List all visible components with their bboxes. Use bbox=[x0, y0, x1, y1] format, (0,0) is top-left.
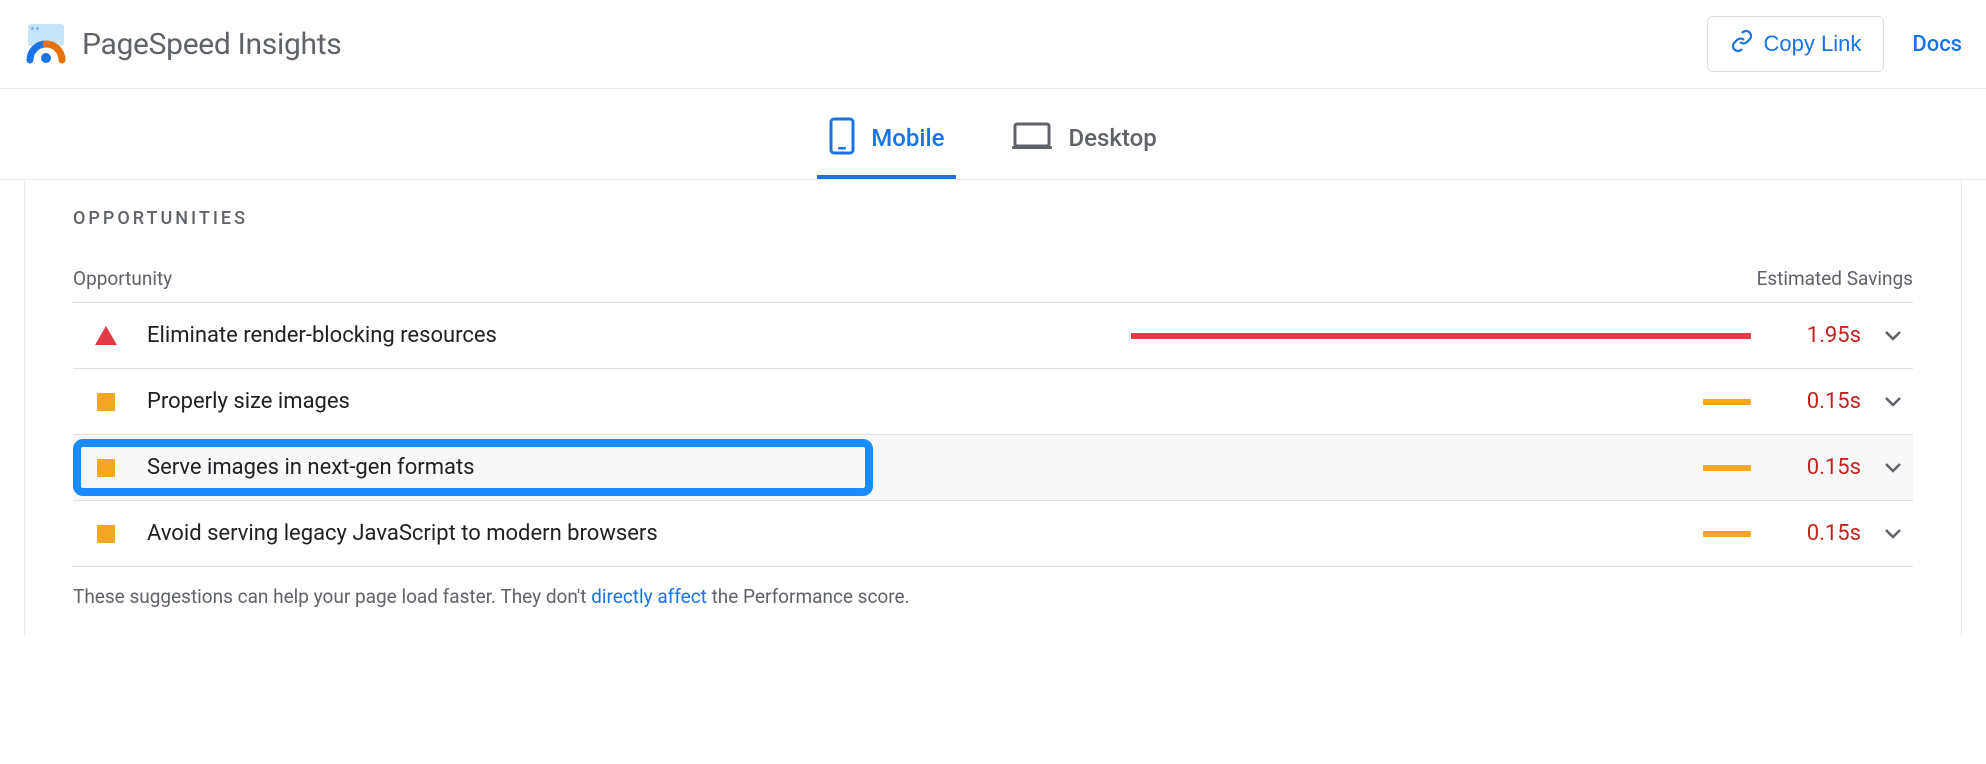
mobile-icon bbox=[829, 117, 855, 159]
tab-mobile-label: Mobile bbox=[871, 124, 944, 152]
desktop-icon bbox=[1012, 121, 1052, 155]
savings-bar bbox=[1131, 333, 1751, 339]
severity-triangle-icon bbox=[91, 326, 121, 345]
table-header: Opportunity Estimated Savings bbox=[73, 267, 1913, 303]
savings-bar bbox=[1703, 465, 1751, 471]
severity-square-icon bbox=[91, 459, 121, 477]
table-row[interactable]: Serve images in next-gen formats 0.15s bbox=[73, 435, 1913, 501]
savings-bar-container bbox=[897, 399, 1771, 405]
chevron-down-icon[interactable] bbox=[1873, 396, 1913, 408]
tab-desktop-label: Desktop bbox=[1068, 124, 1156, 152]
opportunities-section: OPPORTUNITIES Opportunity Estimated Savi… bbox=[24, 180, 1962, 636]
table-row[interactable]: Eliminate render-blocking resources 1.95… bbox=[73, 303, 1913, 369]
savings-value: 0.15s bbox=[1771, 389, 1861, 414]
footer-note: These suggestions can help your page loa… bbox=[73, 567, 1913, 608]
savings-value: 0.15s bbox=[1771, 521, 1861, 546]
savings-bar-container bbox=[897, 531, 1771, 537]
opportunity-label: Avoid serving legacy JavaScript to moder… bbox=[147, 521, 897, 546]
severity-square-icon bbox=[91, 525, 121, 543]
savings-value: 0.15s bbox=[1771, 455, 1861, 480]
section-title: OPPORTUNITIES bbox=[73, 208, 1913, 229]
column-savings-header: Estimated Savings bbox=[1757, 267, 1913, 290]
footer-suffix: the Performance score. bbox=[707, 585, 910, 608]
tab-desktop[interactable]: Desktop bbox=[1008, 109, 1160, 179]
pagespeed-logo-icon bbox=[24, 22, 68, 66]
savings-bar bbox=[1703, 531, 1751, 537]
column-opportunity-header: Opportunity bbox=[73, 267, 172, 290]
chevron-down-icon[interactable] bbox=[1873, 462, 1913, 474]
header-right: Copy Link Docs bbox=[1707, 16, 1963, 72]
copy-link-button[interactable]: Copy Link bbox=[1707, 16, 1885, 72]
savings-value: 1.95s bbox=[1771, 323, 1861, 348]
savings-bar-container bbox=[897, 333, 1771, 339]
opportunity-label: Eliminate render-blocking resources bbox=[147, 323, 897, 348]
footer-prefix: These suggestions can help your page loa… bbox=[73, 585, 591, 608]
app-header: PageSpeed Insights Copy Link Docs bbox=[0, 0, 1986, 89]
chevron-down-icon[interactable] bbox=[1873, 330, 1913, 342]
docs-link[interactable]: Docs bbox=[1912, 32, 1962, 57]
link-icon bbox=[1730, 29, 1754, 59]
header-left: PageSpeed Insights bbox=[24, 22, 341, 66]
table-row[interactable]: Properly size images 0.15s bbox=[73, 369, 1913, 435]
copy-link-label: Copy Link bbox=[1764, 31, 1862, 57]
severity-square-icon bbox=[91, 393, 121, 411]
table-row[interactable]: Avoid serving legacy JavaScript to moder… bbox=[73, 501, 1913, 567]
savings-bar bbox=[1703, 399, 1751, 405]
footer-link[interactable]: directly affect bbox=[591, 585, 707, 608]
opportunity-label: Properly size images bbox=[147, 389, 897, 414]
tab-mobile[interactable]: Mobile bbox=[825, 109, 948, 179]
app-title: PageSpeed Insights bbox=[82, 27, 341, 62]
opportunity-label: Serve images in next-gen formats bbox=[147, 455, 897, 480]
device-tabs: Mobile Desktop bbox=[0, 89, 1986, 180]
savings-bar-container bbox=[897, 465, 1771, 471]
chevron-down-icon[interactable] bbox=[1873, 528, 1913, 540]
